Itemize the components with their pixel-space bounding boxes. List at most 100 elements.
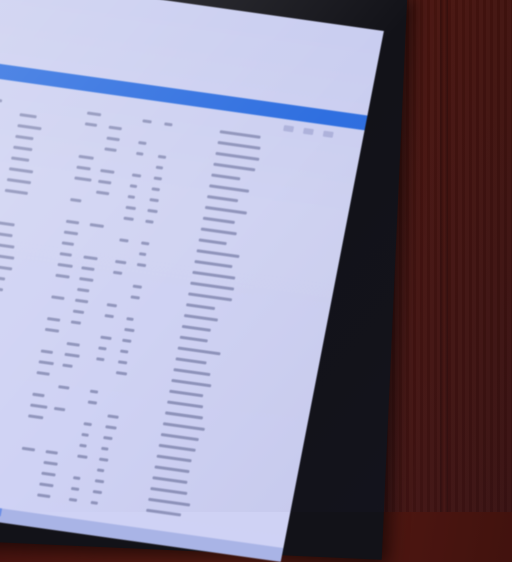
table-cell bbox=[76, 165, 91, 171]
table-cell bbox=[0, 96, 3, 103]
table-cell bbox=[98, 457, 109, 462]
table-cell bbox=[127, 195, 136, 199]
table-cell bbox=[154, 465, 190, 474]
table-cell bbox=[70, 198, 82, 203]
table-cell bbox=[209, 184, 250, 193]
table-cell bbox=[74, 298, 89, 304]
table-cell bbox=[107, 414, 119, 419]
table-cell bbox=[108, 125, 122, 131]
table-cell bbox=[164, 411, 204, 420]
table-cell bbox=[103, 435, 113, 441]
table-cell bbox=[68, 497, 78, 502]
table-cell bbox=[183, 314, 219, 322]
table-cell bbox=[122, 338, 132, 343]
table-cell bbox=[72, 309, 85, 314]
table-cell bbox=[0, 221, 15, 227]
table-cell bbox=[98, 179, 112, 185]
table-cell bbox=[130, 295, 140, 300]
table-cell bbox=[40, 349, 54, 355]
table-cell bbox=[140, 241, 150, 246]
table-cell bbox=[115, 371, 128, 376]
table-cell bbox=[15, 134, 34, 141]
table-cell bbox=[164, 122, 173, 127]
table-cell bbox=[21, 446, 36, 452]
table-cell bbox=[79, 277, 94, 282]
table-cell bbox=[153, 176, 163, 181]
table-cell bbox=[39, 482, 54, 488]
table-cell bbox=[160, 432, 199, 442]
table-cell bbox=[19, 113, 37, 119]
table-cell bbox=[57, 262, 73, 268]
table-cell bbox=[149, 198, 159, 203]
table-cell bbox=[0, 242, 15, 249]
table-cell bbox=[167, 400, 204, 409]
table-cell bbox=[173, 368, 211, 377]
table-cell bbox=[104, 313, 114, 319]
table-cell bbox=[62, 363, 73, 368]
table-cell bbox=[146, 508, 182, 517]
table-cell bbox=[81, 266, 95, 272]
table-cell bbox=[70, 320, 82, 325]
table-cell bbox=[105, 425, 117, 430]
table-cell bbox=[194, 259, 233, 269]
table-cell bbox=[77, 454, 88, 459]
table-cell bbox=[53, 406, 66, 412]
table-cell bbox=[17, 123, 42, 131]
table-cell bbox=[162, 422, 205, 431]
table-cell bbox=[36, 371, 50, 376]
table-cell bbox=[96, 357, 105, 362]
table-cell bbox=[192, 270, 236, 280]
table-cell bbox=[155, 165, 164, 170]
table-cell bbox=[106, 136, 120, 142]
table-cell bbox=[86, 111, 102, 117]
table-cell bbox=[190, 281, 235, 291]
table-cell bbox=[64, 352, 80, 358]
table-cell bbox=[171, 378, 212, 388]
table-cell bbox=[104, 147, 117, 152]
toolbar-button[interactable] bbox=[283, 125, 295, 133]
table-cell bbox=[46, 316, 61, 322]
table-cell bbox=[125, 205, 136, 211]
table-cell bbox=[100, 168, 115, 174]
table-cell bbox=[61, 241, 75, 246]
table-cell bbox=[217, 140, 261, 150]
table-cell bbox=[132, 284, 143, 289]
table-cell bbox=[83, 255, 98, 261]
table-cell bbox=[119, 238, 129, 243]
table-cell bbox=[200, 227, 237, 236]
table-cell bbox=[156, 454, 192, 463]
table-cell bbox=[65, 219, 80, 225]
table-cell bbox=[66, 341, 80, 347]
toolbar-button[interactable] bbox=[322, 130, 334, 138]
table-cell bbox=[13, 145, 33, 152]
table-cell bbox=[181, 324, 212, 332]
table-cell bbox=[169, 389, 204, 398]
table-cell bbox=[145, 219, 154, 224]
table-cell bbox=[44, 327, 60, 333]
table-cell bbox=[84, 122, 98, 127]
table-cell bbox=[98, 346, 107, 351]
table-cell bbox=[136, 262, 147, 268]
table-cell bbox=[131, 173, 142, 178]
table-cell bbox=[202, 216, 236, 225]
table-cell bbox=[198, 238, 227, 246]
table-cell bbox=[215, 151, 260, 161]
table-cell bbox=[37, 493, 51, 499]
table-cell bbox=[72, 476, 81, 481]
table-cell bbox=[158, 443, 196, 452]
table-cell bbox=[94, 479, 105, 484]
table-cell bbox=[0, 253, 15, 260]
table-cell bbox=[4, 188, 29, 196]
table-cell bbox=[6, 178, 32, 185]
toolbar-button[interactable] bbox=[302, 127, 314, 136]
table-cell bbox=[112, 270, 123, 275]
table-cell bbox=[96, 468, 105, 473]
table-cell bbox=[157, 154, 167, 159]
table-cell bbox=[138, 252, 147, 257]
table-cell bbox=[45, 450, 58, 455]
table-cell bbox=[123, 216, 134, 221]
table-cell bbox=[119, 349, 129, 354]
wall-panel-seam bbox=[440, 0, 448, 512]
table-cell bbox=[77, 287, 90, 293]
table-cell bbox=[58, 385, 70, 390]
